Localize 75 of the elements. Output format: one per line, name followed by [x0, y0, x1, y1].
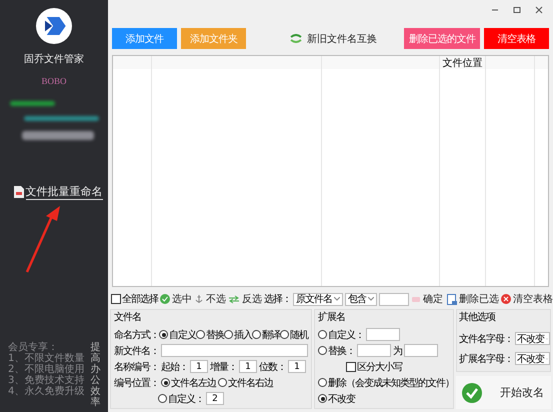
toolbar-button[interactable]: 清空表格 — [484, 28, 549, 49]
case-checkbox[interactable]: 区分大小写 — [346, 360, 402, 374]
benefit-text: 3、免费技术支持 — [8, 375, 84, 386]
case-dropdown[interactable]: 不改变 — [515, 332, 550, 345]
logo-icon — [36, 8, 72, 44]
filter-label: 选择： — [264, 292, 291, 306]
field-label: 扩展名字母： — [459, 352, 513, 366]
app-name: 固乔文件管家 — [24, 52, 84, 66]
chevron-icon — [368, 297, 374, 301]
anchor-icon — [194, 294, 204, 304]
radio-button[interactable]: 替换： — [318, 344, 355, 358]
benefit-text: 4、永久免费升级 — [8, 386, 84, 397]
swap-button[interactable]: 新旧文件名互换 — [290, 32, 377, 46]
field-label: 新文件名： — [114, 344, 159, 358]
invert-icon — [228, 294, 240, 304]
field-label: 名称编号： — [114, 360, 159, 374]
field-label: 起始： — [161, 360, 188, 374]
find-input[interactable] — [357, 344, 391, 357]
field-label: 命名方式： — [114, 328, 159, 342]
radio-button[interactable]: 自定义： — [318, 328, 364, 342]
radio-button[interactable]: 删除（会变成未知类型的文件） — [318, 376, 454, 390]
radio-button[interactable]: 随机 — [280, 328, 308, 342]
swap-icon — [290, 34, 302, 43]
field-label: 编号位置： — [114, 376, 159, 390]
case-dropdown[interactable]: 不改变 — [515, 352, 550, 365]
step-input[interactable]: 1 — [239, 360, 257, 373]
confirm-button[interactable]: 确定 — [411, 292, 443, 306]
select-action[interactable]: 反选 — [228, 292, 262, 306]
blurred-text — [22, 131, 94, 140]
radio-button[interactable]: 自定义： — [158, 392, 204, 406]
field-label: 文件名字母： — [459, 332, 513, 346]
chevron-icon — [334, 297, 340, 301]
select-action[interactable]: 不选 — [194, 292, 226, 306]
match-dropdown[interactable]: 包含 — [345, 292, 377, 306]
new-name-input[interactable] — [161, 344, 308, 357]
select-action[interactable]: 选中 — [160, 292, 192, 306]
user-name: BOBO — [41, 76, 66, 86]
document-icon — [14, 186, 24, 198]
check-icon — [462, 382, 482, 402]
benefit-text: 2、不限电脑使用 — [8, 364, 84, 375]
document-icon — [447, 294, 457, 304]
blurred-text — [10, 101, 55, 106]
digits-input[interactable]: 1 — [288, 360, 306, 373]
column-header: 文件位置 — [442, 56, 482, 70]
field-label: 增量： — [210, 360, 237, 374]
radio-button[interactable]: 文件名左边 — [161, 376, 216, 390]
close-icon[interactable] — [535, 6, 543, 14]
filter-input[interactable] — [379, 292, 409, 306]
start-rename-button[interactable]: 开始改名 — [456, 376, 551, 409]
replace-input[interactable] — [404, 344, 438, 357]
slogan-text: 提高办公效率 — [90, 342, 100, 408]
radio-button[interactable]: 自定义 — [159, 328, 196, 342]
custom-position-input[interactable]: 2 — [206, 392, 224, 405]
close-icon — [501, 294, 511, 304]
radio-button[interactable]: 翻译 — [252, 328, 280, 342]
nav-item[interactable]: 文件批量重命名 — [26, 184, 102, 200]
group-title: 文件名 — [114, 310, 142, 324]
check-icon — [160, 294, 170, 304]
select-all-checkbox[interactable]: 全部选择 — [111, 292, 158, 306]
field-dropdown[interactable]: 原文件名 — [293, 292, 343, 306]
group-title: 其他选项 — [459, 310, 496, 324]
field-label: 为 — [393, 344, 402, 358]
radio-button[interactable]: 不改变 — [318, 392, 355, 406]
maximize-icon[interactable] — [513, 6, 521, 14]
benefit-text: 1、不限文件数量 — [8, 353, 84, 364]
member-title: 会员专享： — [8, 342, 59, 353]
clear-table-button[interactable]: 清空表格 — [501, 292, 553, 306]
group-title: 扩展名 — [318, 310, 346, 324]
delete-selected-button[interactable]: 删除已选 — [447, 292, 499, 306]
extension-input[interactable] — [366, 328, 400, 341]
radio-button[interactable]: 插入 — [224, 328, 252, 342]
start-input[interactable]: 1 — [190, 360, 208, 373]
field-label: 位数： — [259, 360, 286, 374]
radio-button[interactable]: 替换 — [196, 328, 224, 342]
radio-button[interactable]: 文件名右边 — [218, 376, 273, 390]
